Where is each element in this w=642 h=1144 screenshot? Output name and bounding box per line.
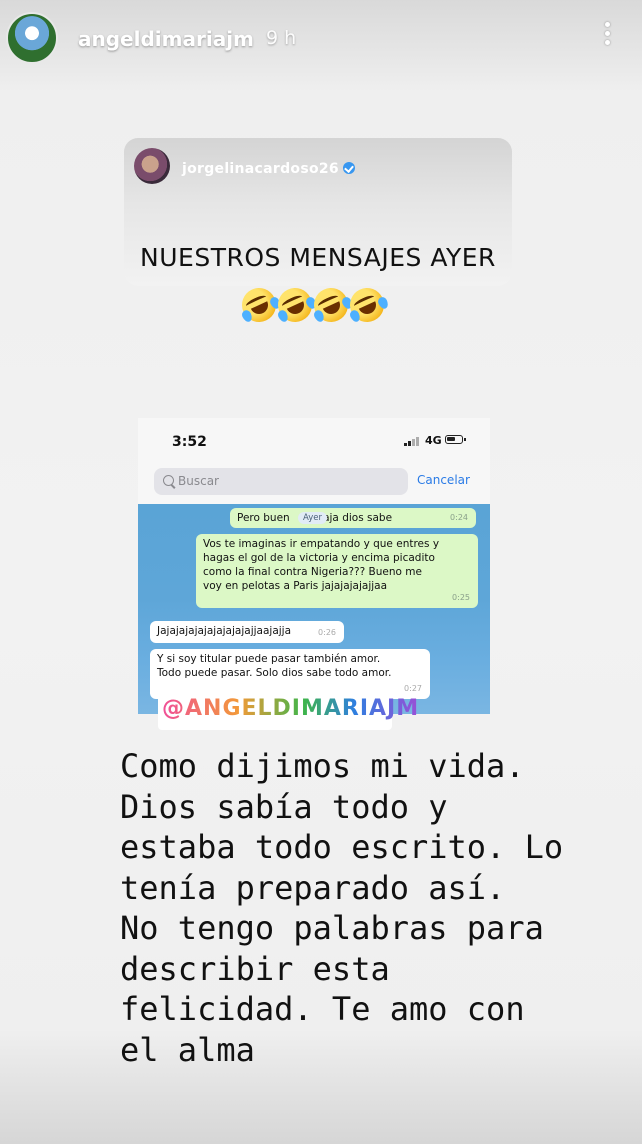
laughing-emoji-row xyxy=(236,282,392,328)
mention-text: @ANGELDIMARIAJM xyxy=(162,696,420,721)
more-options-icon[interactable] xyxy=(600,22,614,52)
shared-story-card[interactable]: jorgelinacardoso26 NUESTROS MENSAJES AYE… xyxy=(124,138,512,286)
story-username[interactable]: angeldimariajm xyxy=(78,27,254,51)
message-text: Y si soy titular puede pasar también amo… xyxy=(157,653,392,679)
message-text: Vos te imaginas ir empatando y que entre… xyxy=(203,538,440,592)
message-time: 0:25 xyxy=(452,593,470,602)
rofl-emoji-icon xyxy=(308,282,354,328)
chat-message: Vos te imaginas ir empatando y que entre… xyxy=(196,534,478,608)
profile-avatar[interactable] xyxy=(6,12,58,64)
cancel-label: Cancelar xyxy=(417,473,470,487)
rofl-emoji-icon xyxy=(272,282,318,328)
chat-search-field: Buscar xyxy=(154,468,408,495)
shared-username: jorgelinacardoso26 xyxy=(182,161,355,177)
search-icon xyxy=(163,475,174,486)
rofl-emoji-icon xyxy=(236,282,282,328)
search-placeholder: Buscar xyxy=(178,474,219,488)
battery-icon xyxy=(445,435,466,444)
rofl-emoji-icon xyxy=(344,282,390,328)
shared-username-text: jorgelinacardoso26 xyxy=(182,161,339,177)
story-header: angeldimariajm 9 h xyxy=(0,0,642,80)
chat-message: Jajajajajajajajajajajjaajajja 0:26 xyxy=(150,621,344,643)
mention-sticker[interactable]: @ANGELDIMARIAJM xyxy=(158,692,418,730)
shared-avatar xyxy=(134,148,170,184)
story-caption: Como dijimos mi vida. Dios sabía todo y … xyxy=(120,747,564,1069)
verified-badge-icon xyxy=(342,162,355,174)
chat-thread: Pero buen aja dios sabe 0:24 Ayer Vos te… xyxy=(138,504,490,714)
chat-screenshot: 3:52 4G Buscar Cancelar Pero buen aja di… xyxy=(138,418,490,714)
message-time: 0:24 xyxy=(450,513,468,522)
story-viewer: angeldimariajm 9 h jorgelinacardoso26 NU… xyxy=(0,0,642,1144)
message-time: 0:27 xyxy=(404,684,422,693)
message-text: Jajajajajajajajajajajjaajajja xyxy=(157,625,292,637)
signal-icon xyxy=(404,436,420,446)
message-time: 0:26 xyxy=(318,628,336,637)
network-label: 4G xyxy=(425,434,442,447)
shared-story-title: NUESTROS MENSAJES AYER xyxy=(140,243,496,272)
story-time: 9 h xyxy=(266,27,297,49)
chat-message: Pero buen aja dios sabe 0:24 xyxy=(230,508,476,528)
status-bar-time: 3:52 xyxy=(172,434,207,450)
date-separator: Ayer xyxy=(298,512,327,524)
